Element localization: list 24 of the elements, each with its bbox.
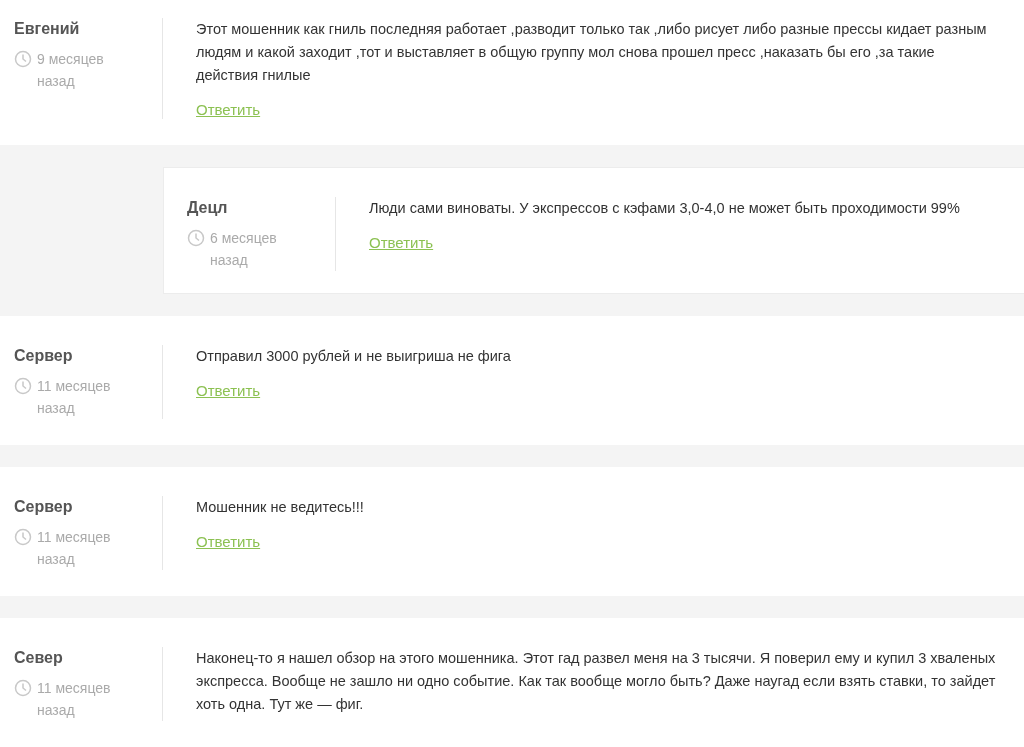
comment-date: 6 месяцев назад	[210, 229, 278, 270]
clock-icon	[14, 679, 32, 697]
comment-text: Мошенник не ведитесь!!!	[196, 498, 365, 517]
author-name: Север	[14, 648, 64, 668]
clock-icon	[14, 50, 32, 68]
author-name: Сервер	[14, 497, 74, 517]
author-name: Евгений	[14, 19, 81, 39]
clock-icon	[14, 528, 32, 546]
clock-icon	[187, 229, 205, 247]
comment-date: 11 месяцев назад	[37, 377, 112, 418]
author-name: Сервер	[14, 346, 74, 366]
reply-link[interactable]: Ответить	[196, 382, 261, 399]
comment-text: Отправил 3000 рублей и не выигриша не фига	[196, 347, 512, 366]
comment-text: Этот мошенник как гниль последняя работает ,разводит только так ,либо рисует либо разные прессы кидает разным людям и какой заходит ,тот и выставляет в общую группу мол снова прошел пресс ,наказать бы его ,за такие действия гнилые	[196, 20, 988, 85]
reply-link[interactable]: Ответить	[196, 101, 261, 118]
reply-link[interactable]: Ответить	[196, 533, 261, 550]
clock-icon	[14, 377, 32, 395]
comment-text: Наконец-то я нашел обзор на этого мошенника. Этот гад развел меня на 3 тысячи. Я поверил ему и купил 3 хваленых экспресса. Вообще не зашло ни одно событие. Как так вообще могло быть? Даже наугад если взять ставки, то зайдет хоть одна. Тут же — фиг.	[196, 649, 997, 714]
comment-date: 11 месяцев назад	[37, 679, 112, 720]
comment-date: 11 месяцев назад	[37, 528, 112, 569]
comment-date: 9 месяцев назад	[37, 50, 105, 91]
author-name: Децл	[187, 198, 229, 218]
comment-text: Люди сами виноваты. У экспрессов с кэфами 3,0-4,0 не может быть проходимости 99%	[369, 199, 961, 218]
reply-link[interactable]: Ответить	[369, 234, 434, 251]
